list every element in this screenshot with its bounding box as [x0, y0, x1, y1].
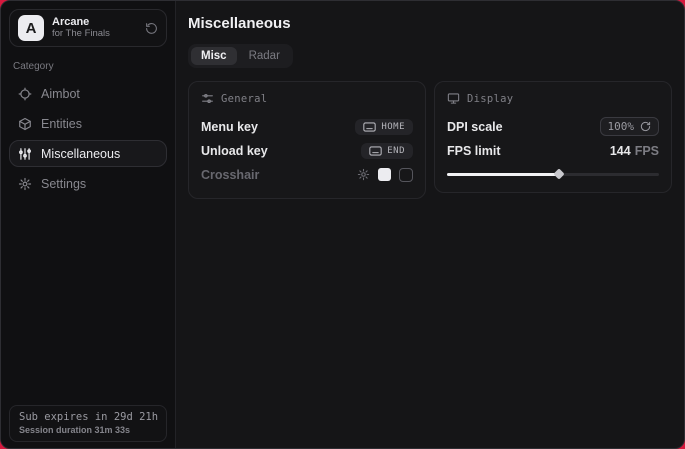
tab-bar: Misc Radar	[188, 44, 293, 68]
display-card-header: Display	[447, 92, 659, 105]
general-card-header: General	[201, 92, 413, 105]
display-card-title: Display	[467, 93, 513, 105]
unload-key-button[interactable]: END	[361, 143, 413, 159]
crosshair-controls	[357, 168, 413, 182]
fps-limit-row: FPS limit 144 FPS	[447, 139, 659, 162]
crosshair-icon	[18, 87, 32, 101]
unload-key-value: END	[387, 146, 405, 156]
sidebar: A Arcane for The Finals Category Aimbot	[1, 1, 176, 448]
general-card-title: General	[221, 93, 267, 105]
subscription-info-box: Sub expires in 29d 21h Session duration …	[9, 405, 167, 442]
menu-key-label: Menu key	[201, 120, 258, 134]
keyboard-icon	[363, 122, 376, 132]
fps-slider-fill	[447, 173, 559, 176]
app-logo: A	[18, 15, 44, 41]
sidebar-item-label: Aimbot	[41, 87, 80, 101]
sidebar-item-aimbot[interactable]: Aimbot	[9, 80, 167, 107]
crosshair-checkbox[interactable]	[399, 168, 413, 182]
app-window: A Arcane for The Finals Category Aimbot	[0, 0, 685, 449]
sidebar-item-settings[interactable]: Settings	[9, 170, 167, 197]
fps-limit-value: 144 FPS	[610, 144, 659, 158]
tab-misc[interactable]: Misc	[191, 47, 237, 65]
menu-key-button[interactable]: HOME	[355, 119, 413, 135]
fps-slider-handle[interactable]	[554, 168, 565, 179]
gear-icon	[18, 177, 32, 191]
sync-icon[interactable]	[145, 22, 158, 35]
app-titles: Arcane for The Finals	[52, 16, 137, 40]
sidebar-item-miscellaneous[interactable]: Miscellaneous	[9, 140, 167, 167]
sidebar-item-label: Settings	[41, 177, 86, 191]
cube-icon	[18, 117, 32, 131]
cards-row: General Menu key HOME Unload key	[188, 81, 672, 199]
sidebar-item-label: Miscellaneous	[41, 147, 120, 161]
fps-limit-label: FPS limit	[447, 144, 500, 158]
menu-key-value: HOME	[381, 122, 405, 132]
sub-expires-text: Sub expires in 29d 21h	[19, 411, 157, 423]
keyboard-icon	[369, 146, 382, 156]
session-duration-text: Session duration 31m 33s	[19, 425, 157, 435]
app-header-card: A Arcane for The Finals	[9, 9, 167, 47]
refresh-icon[interactable]	[640, 121, 651, 132]
fps-slider[interactable]	[447, 168, 659, 180]
sliders-horizontal-icon	[201, 92, 214, 105]
fps-number: 144	[610, 144, 631, 158]
app-name: Arcane	[52, 16, 137, 29]
app-subtitle: for The Finals	[52, 29, 137, 40]
main-content: Miscellaneous Misc Radar General	[176, 1, 685, 448]
category-label: Category	[13, 61, 167, 72]
unload-key-row: Unload key END	[201, 139, 413, 162]
display-card: Display DPI scale 100% FPS limit	[434, 81, 672, 193]
fps-unit: FPS	[635, 144, 659, 158]
dpi-scale-control[interactable]: 100%	[600, 117, 660, 136]
page-title: Miscellaneous	[188, 15, 672, 32]
general-card: General Menu key HOME Unload key	[188, 81, 426, 199]
crosshair-row: Crosshair	[201, 163, 413, 186]
menu-key-row: Menu key HOME	[201, 115, 413, 138]
dpi-scale-row: DPI scale 100%	[447, 115, 659, 138]
unload-key-label: Unload key	[201, 144, 268, 158]
crosshair-color-swatch[interactable]	[378, 168, 391, 181]
crosshair-label: Crosshair	[201, 168, 259, 182]
dpi-scale-value: 100%	[608, 120, 635, 133]
sidebar-item-entities[interactable]: Entities	[9, 110, 167, 137]
monitor-icon	[447, 92, 460, 105]
sidebar-item-label: Entities	[41, 117, 82, 131]
sliders-icon	[18, 147, 32, 161]
crosshair-settings-gear-icon[interactable]	[357, 168, 370, 181]
dpi-scale-label: DPI scale	[447, 120, 503, 134]
tab-radar[interactable]: Radar	[239, 47, 290, 65]
